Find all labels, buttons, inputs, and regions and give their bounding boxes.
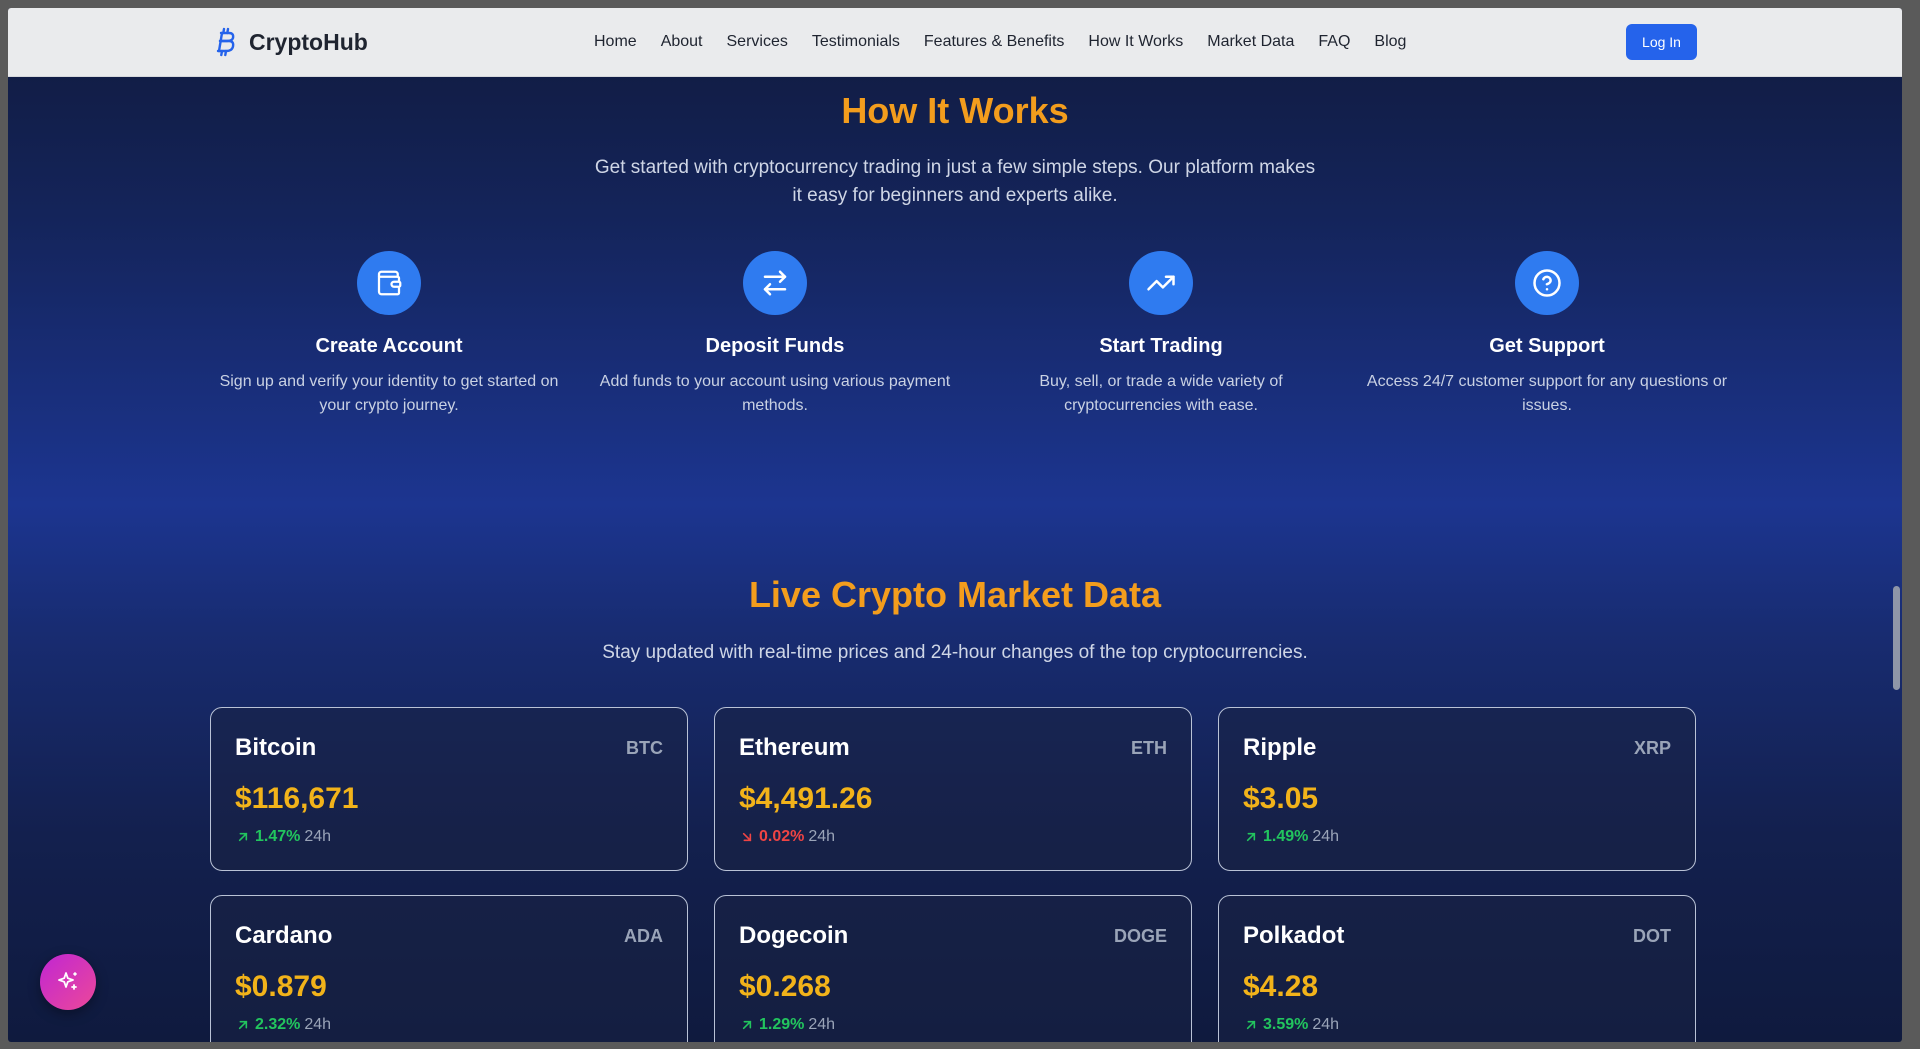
step-start-trading: Start Trading Buy, sell, or trade a wide… [980,251,1342,418]
step-create-account: Create Account Sign up and verify your i… [208,251,570,418]
coin-price: $0.879 [235,970,327,1003]
coin-price: $3.05 [1243,782,1319,815]
change-period: 24h [304,828,332,845]
help-circle-icon [1515,251,1579,315]
step-desc: Sign up and verify your identity to get … [219,373,559,414]
step-desc: Add funds to your account using various … [599,373,951,414]
coin-price: $116,671 [235,782,359,815]
how-it-works-subtitle: Get started with cryptocurrency trading … [8,154,1902,210]
step-desc: Access 24/7 customer support for any que… [1366,373,1728,414]
login-button[interactable]: Log In [1626,24,1697,60]
change-percent: 1.49% [1263,828,1309,845]
arrow-up-right-icon [238,1020,248,1030]
ai-assistant-button[interactable] [40,954,96,1010]
change-period: 24h [1312,828,1340,845]
scrollbar-thumb[interactable] [1893,586,1900,690]
page-scrollbar[interactable] [1890,76,1902,1042]
arrow-up-right-icon [238,832,248,842]
brand-logo[interactable]: CryptoHub [213,8,368,76]
coin-name: Dogecoin [739,922,849,949]
step-deposit-funds: Deposit Funds Add funds to your account … [594,251,956,418]
coin-card-ripple[interactable]: Ripple XRP $3.05 1.49% 24h [1218,707,1696,871]
coin-name: Bitcoin [235,734,317,761]
browser-viewport: CryptoHub Home About Services Testimonia… [8,8,1902,1042]
change-period: 24h [808,828,836,845]
arrow-up-right-icon [1246,832,1256,842]
arrow-up-right-icon [1246,1020,1256,1030]
nav-link-services[interactable]: Services [727,33,788,51]
coin-change: 3.59% 24h [1243,1016,1339,1034]
sparkles-icon [58,972,77,990]
change-percent: 0.02% [759,828,805,845]
arrows-exchange-icon [743,251,807,315]
coin-symbol: BTC [626,738,663,758]
nav-link-how-it-works[interactable]: How It Works [1088,33,1183,51]
coin-symbol: XRP [1633,738,1671,758]
how-it-works-subtitle-line1: Get started with cryptocurrency trading … [594,157,1316,178]
coin-card-dogecoin[interactable]: Dogecoin DOGE $0.268 1.29% 24h [714,895,1192,1042]
nav-link-blog[interactable]: Blog [1374,33,1406,51]
nav-link-features[interactable]: Features & Benefits [924,33,1065,51]
step-title: Create Account [315,335,463,357]
coin-name: Ethereum [739,734,850,761]
coin-cards-grid: Bitcoin BTC $116,671 1.47% 24h Ethereum … [210,707,1698,1042]
market-data-subtitle: Stay updated with real-time prices and 2… [602,642,1308,663]
coin-symbol: ADA [624,926,663,946]
coin-change: 1.49% 24h [1243,828,1339,846]
step-desc: Buy, sell, or trade a wide variety of cr… [1039,373,1283,414]
arrow-down-right-icon [742,832,752,842]
nav-link-faq[interactable]: FAQ [1318,33,1350,51]
coin-symbol: DOGE [1113,926,1167,946]
bitcoin-icon [213,27,239,57]
coin-price: $4.28 [1243,970,1319,1003]
how-it-works-subtitle-line2: it easy for beginners and experts alike. [792,185,1118,206]
coin-price: $0.268 [739,970,831,1003]
change-percent: 2.32% [255,1016,301,1033]
change-period: 24h [1312,1016,1340,1033]
step-title: Get Support [1489,335,1605,357]
nav-link-home[interactable]: Home [594,33,637,51]
nav-link-market-data[interactable]: Market Data [1207,33,1294,51]
navbar: CryptoHub Home About Services Testimonia… [8,8,1902,77]
coin-change: 0.02% 24h [739,828,835,846]
nav-link-about[interactable]: About [661,33,703,51]
coin-change: 1.47% 24h [235,828,331,846]
nav-link-testimonials[interactable]: Testimonials [812,33,900,51]
change-percent: 3.59% [1263,1016,1309,1033]
coin-name: Ripple [1243,734,1317,761]
coin-name: Polkadot [1243,922,1345,949]
change-period: 24h [304,1016,332,1033]
market-data-title: Live Crypto Market Data [748,574,1162,615]
wallet-icon [357,251,421,315]
coin-change: 1.29% 24h [739,1016,835,1034]
coin-card-ethereum[interactable]: Ethereum ETH $4,491.26 0.02% 24h [714,707,1192,871]
how-it-works-title: How It Works [841,90,1069,131]
coin-symbol: ETH [1131,738,1167,758]
coin-card-cardano[interactable]: Cardano ADA $0.879 2.32% 24h [210,895,688,1042]
coin-card-bitcoin[interactable]: Bitcoin BTC $116,671 1.47% 24h [210,707,688,871]
coin-price: $4,491.26 [739,782,873,815]
change-percent: 1.29% [759,1016,805,1033]
nav-links: Home About Services Testimonials Feature… [594,8,1430,76]
coin-symbol: DOT [1633,926,1671,946]
step-title: Start Trading [1099,335,1223,357]
change-percent: 1.47% [255,828,301,845]
step-get-support: Get Support Access 24/7 customer support… [1366,251,1728,418]
change-period: 24h [808,1016,836,1033]
trending-up-icon [1129,251,1193,315]
coin-card-polkadot[interactable]: Polkadot DOT $4.28 3.59% 24h [1218,895,1696,1042]
coin-name: Cardano [235,922,333,949]
step-title: Deposit Funds [705,335,845,357]
brand-name: CryptoHub [249,28,368,55]
arrow-up-right-icon [742,1020,752,1030]
coin-change: 2.32% 24h [235,1016,331,1034]
steps-row: Create Account Sign up and verify your i… [208,251,1728,418]
